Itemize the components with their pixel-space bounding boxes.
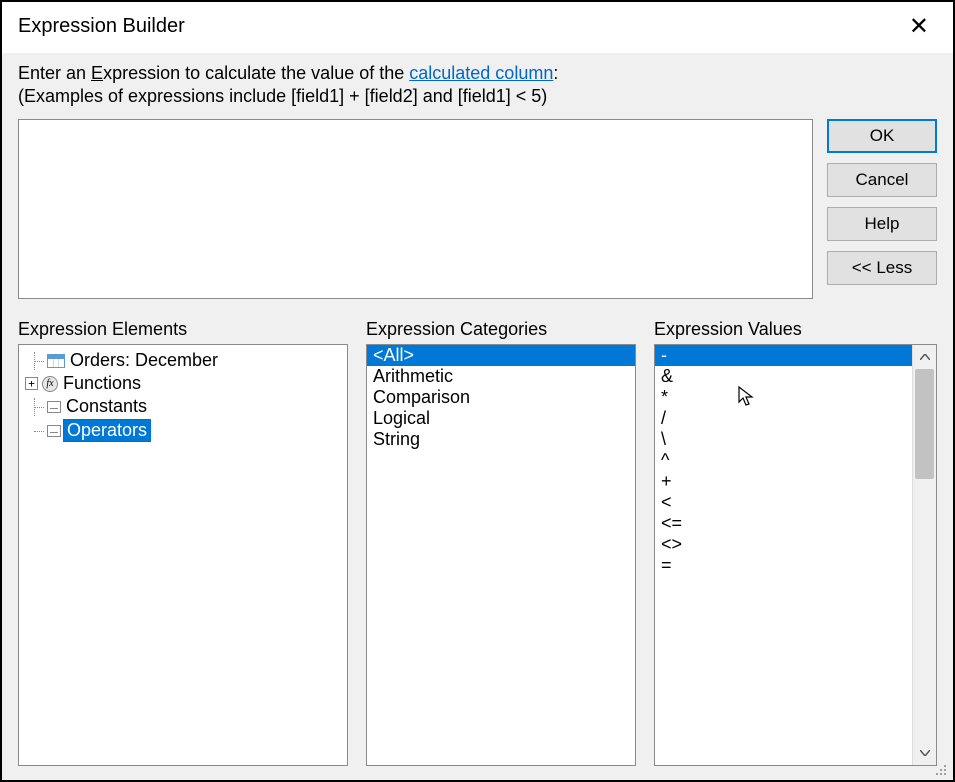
resize-grip-icon[interactable] bbox=[933, 762, 947, 776]
dialog-title: Expression Builder bbox=[18, 15, 185, 38]
scroll-track[interactable] bbox=[913, 369, 936, 741]
value-item[interactable]: & bbox=[655, 366, 912, 387]
category-item-arithmetic[interactable]: Arithmetic bbox=[367, 366, 635, 387]
titlebar: Expression Builder ✕ bbox=[2, 2, 953, 53]
tree-item-constants[interactable]: Constants bbox=[23, 395, 343, 418]
example-text: (Examples of expressions include [field1… bbox=[18, 86, 937, 107]
calculated-column-link[interactable]: calculated column bbox=[409, 63, 553, 83]
tree-item-label: Functions bbox=[60, 373, 144, 394]
expression-input[interactable] bbox=[18, 119, 813, 299]
node-icon bbox=[47, 425, 61, 437]
elements-tree[interactable]: Orders: December + fx Functions Constant… bbox=[18, 344, 348, 766]
scroll-up-icon[interactable] bbox=[913, 345, 936, 369]
panel-label-categories: Expression Categories bbox=[366, 319, 636, 340]
expression-elements-panel: Expression Elements Orders: December + f… bbox=[18, 319, 348, 766]
value-item[interactable]: + bbox=[655, 471, 912, 492]
ok-button[interactable]: OK bbox=[827, 119, 937, 153]
tree-item-label: Operators bbox=[63, 419, 151, 442]
tree-item-label: Orders: December bbox=[67, 350, 221, 371]
category-item-logical[interactable]: Logical bbox=[367, 408, 635, 429]
main-row: OK Cancel Help << Less bbox=[18, 119, 937, 299]
category-item-all[interactable]: <All> bbox=[367, 345, 635, 366]
value-item[interactable]: <= bbox=[655, 513, 912, 534]
value-item[interactable]: <> bbox=[655, 534, 912, 555]
scroll-thumb[interactable] bbox=[915, 369, 934, 479]
expand-icon[interactable]: + bbox=[25, 377, 38, 390]
value-item[interactable]: \ bbox=[655, 429, 912, 450]
expression-builder-dialog: Expression Builder ✕ Enter an Expression… bbox=[2, 2, 953, 780]
tree-item-operators[interactable]: Operators bbox=[23, 418, 343, 443]
panel-label-values: Expression Values bbox=[654, 319, 937, 340]
table-icon bbox=[47, 354, 65, 368]
values-list[interactable]: - & * / \ ^ + < <= <> = bbox=[655, 345, 912, 765]
dialog-content: Enter an Expression to calculate the val… bbox=[2, 53, 953, 780]
category-item-comparison[interactable]: Comparison bbox=[367, 387, 635, 408]
value-item[interactable]: * bbox=[655, 387, 912, 408]
values-list-box: - & * / \ ^ + < <= <> = bbox=[654, 344, 937, 766]
panel-label-elements: Expression Elements bbox=[18, 319, 348, 340]
values-scrollbar[interactable] bbox=[912, 345, 936, 765]
close-icon[interactable]: ✕ bbox=[901, 10, 937, 43]
category-item-string[interactable]: String bbox=[367, 429, 635, 450]
value-item[interactable]: / bbox=[655, 408, 912, 429]
tree-item-functions[interactable]: + fx Functions bbox=[23, 372, 343, 395]
node-icon bbox=[47, 401, 61, 413]
expression-values-panel: Expression Values - & * / \ ^ + < <= bbox=[654, 319, 937, 766]
button-column: OK Cancel Help << Less bbox=[827, 119, 937, 299]
value-item[interactable]: ^ bbox=[655, 450, 912, 471]
cancel-button[interactable]: Cancel bbox=[827, 163, 937, 197]
value-item[interactable]: < bbox=[655, 492, 912, 513]
tree-item-label: Constants bbox=[63, 396, 150, 417]
function-icon: fx bbox=[42, 376, 58, 392]
expression-categories-panel: Expression Categories <All> Arithmetic C… bbox=[366, 319, 636, 766]
panels-row: Expression Elements Orders: December + f… bbox=[18, 319, 937, 766]
value-item[interactable]: = bbox=[655, 555, 912, 576]
help-button[interactable]: Help bbox=[827, 207, 937, 241]
prompt-text: Enter an Expression to calculate the val… bbox=[18, 63, 937, 84]
less-button[interactable]: << Less bbox=[827, 251, 937, 285]
categories-list[interactable]: <All> Arithmetic Comparison Logical Stri… bbox=[366, 344, 636, 766]
tree-item-orders[interactable]: Orders: December bbox=[23, 349, 343, 372]
value-item[interactable]: - bbox=[655, 345, 912, 366]
